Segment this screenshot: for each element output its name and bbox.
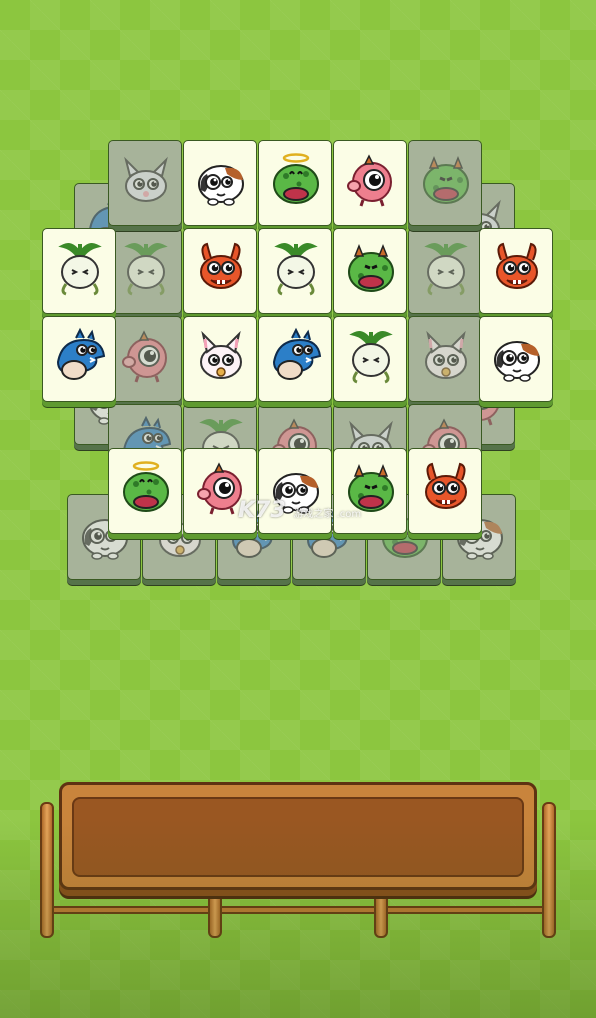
tray-rail	[44, 906, 554, 914]
tray-post	[374, 884, 388, 938]
tile[interactable]	[333, 140, 407, 226]
tray-post	[542, 802, 556, 938]
tile-lower-layer	[108, 316, 182, 402]
tray-post	[40, 802, 54, 938]
orange-fish-icon	[425, 462, 467, 509]
orange-fish-icon	[200, 242, 242, 289]
tile[interactable]	[42, 228, 116, 314]
tile-board	[0, 0, 596, 620]
tile-lower-layer	[108, 228, 182, 314]
tile[interactable]	[333, 448, 407, 534]
cat-icon	[124, 156, 168, 202]
green-blob-icon	[348, 463, 394, 512]
tile[interactable]	[183, 228, 257, 314]
turnip-icon	[349, 331, 393, 384]
green-blob-icon	[423, 155, 469, 204]
tile[interactable]	[479, 316, 553, 402]
blue-shark-icon	[56, 327, 106, 380]
green-angel-blob-icon	[273, 153, 319, 204]
tile	[408, 140, 482, 226]
tray-slot-area[interactable]	[72, 797, 524, 877]
tile[interactable]	[479, 228, 553, 314]
turnip-icon	[124, 243, 168, 296]
turnip-icon	[58, 243, 102, 296]
calico-pup-icon	[273, 473, 319, 514]
pink-pig-icon	[347, 154, 392, 207]
tray-frame	[59, 782, 537, 890]
tile[interactable]	[183, 316, 257, 402]
calico-pup-icon	[198, 165, 244, 206]
tray-post	[208, 884, 222, 938]
pink-pig-icon	[197, 462, 242, 515]
tile-lower-layer	[408, 228, 482, 314]
tile[interactable]	[258, 316, 332, 402]
tile[interactable]	[333, 228, 407, 314]
tile[interactable]	[408, 448, 482, 534]
tile[interactable]	[333, 316, 407, 402]
tile[interactable]	[258, 228, 332, 314]
calico-pup-icon	[494, 341, 540, 382]
tile[interactable]	[183, 448, 257, 534]
tile[interactable]	[183, 140, 257, 226]
tile[interactable]	[258, 140, 332, 226]
white-bunny-icon	[425, 330, 467, 379]
tile	[108, 140, 182, 226]
tile[interactable]	[108, 448, 182, 534]
tile[interactable]	[42, 316, 116, 402]
tile[interactable]	[258, 448, 332, 534]
blue-shark-icon	[272, 327, 322, 380]
turnip-icon	[274, 243, 318, 296]
tile-lower-layer	[408, 316, 482, 402]
pink-pig-icon	[122, 330, 167, 383]
white-bunny-icon	[200, 330, 242, 379]
orange-fish-icon	[496, 242, 538, 289]
turnip-icon	[424, 243, 468, 296]
green-angel-blob-icon	[123, 461, 169, 512]
tile-tray	[36, 780, 562, 945]
green-blob-icon	[348, 243, 394, 292]
